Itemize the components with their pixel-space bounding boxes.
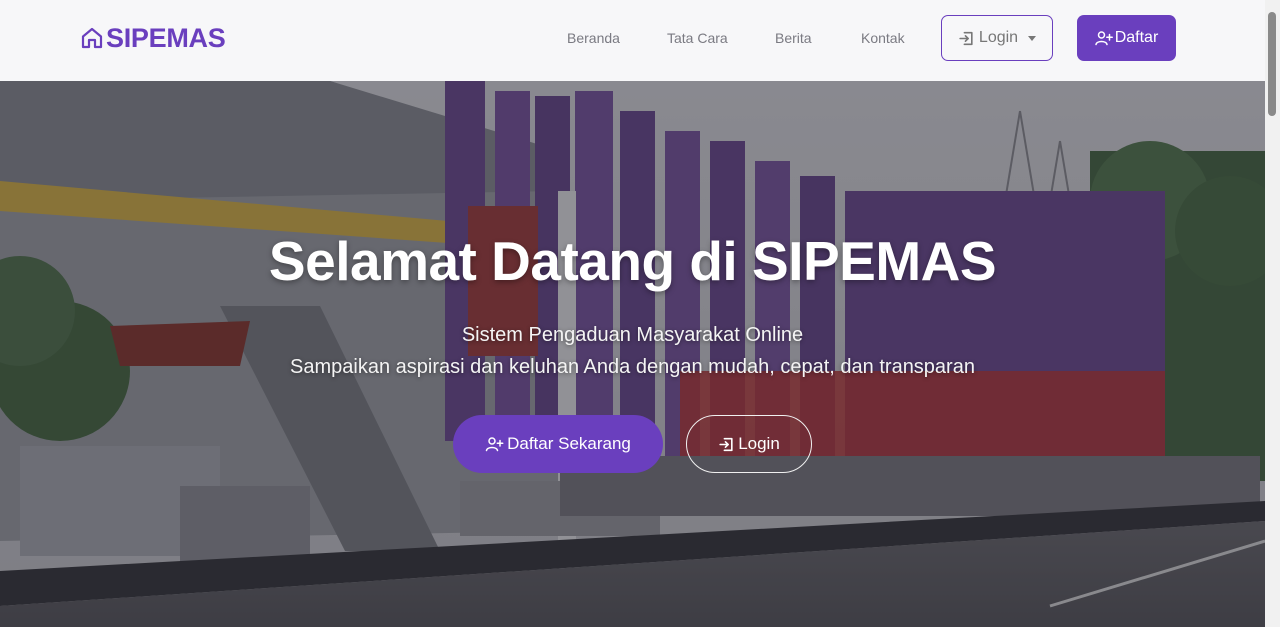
home-icon [81,27,103,49]
login-dropdown-button[interactable]: Login [941,15,1053,61]
nav-link-berita[interactable]: Berita [775,30,812,46]
nav-link-tata-cara[interactable]: Tata Cara [667,30,728,46]
navbar: SIPEMAS Beranda Tata Cara Berita Kontak … [0,0,1265,81]
daftar-label: Daftar [1114,29,1159,46]
brand-name: SIPEMAS [106,22,226,53]
brand-logo[interactable]: SIPEMAS [80,22,226,54]
page-scrollbar[interactable] [1265,0,1280,627]
nav-link-beranda[interactable]: Beranda [567,30,620,46]
hero-subtitle-line2: Sampaikan aspirasi dan keluhan Anda deng… [290,356,975,378]
hero-login-button[interactable]: Login [686,415,812,473]
hero-subtitle-line1: Sistem Pengaduan Masyarakat Online [461,324,804,346]
daftar-button[interactable]: Daftar [1077,15,1176,61]
login-icon [959,31,973,45]
chevron-down-icon [1028,35,1037,41]
hero-overlay [0,81,1265,627]
hero-section: Selamat Datang di SIPEMAS Sistem Pengadu… [0,81,1265,627]
daftar-sekarang-button[interactable]: Daftar Sekarang [453,415,663,473]
daftar-sekarang-label: Daftar Sekarang [507,434,631,453]
hero-login-label: Login [738,434,780,453]
scrollbar-thumb[interactable] [1268,12,1276,116]
login-label: Login [978,29,1019,46]
user-plus-icon [485,437,504,452]
nav-link-kontak[interactable]: Kontak [861,30,905,46]
login-icon [719,437,733,451]
user-plus-icon [1094,31,1113,46]
hero-title: Selamat Datang di SIPEMAS [268,230,997,292]
